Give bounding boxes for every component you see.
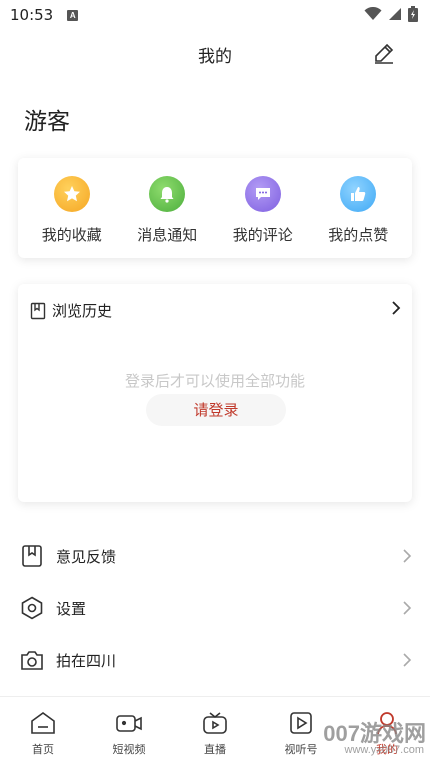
likes-button[interactable]: 我的点赞: [312, 158, 404, 245]
tab-short-video[interactable]: 短视频: [86, 697, 172, 766]
watermark-url: www.yx007.com: [344, 744, 424, 756]
username: 游客: [24, 109, 70, 135]
bookmark-icon: [20, 544, 44, 568]
play-square-icon: [287, 709, 315, 737]
chevron-right-icon: [392, 301, 401, 315]
favorites-label: 我的收藏: [41, 226, 102, 244]
bookmark-icon: [30, 302, 46, 319]
favorites-button[interactable]: 我的收藏: [26, 158, 118, 245]
login-button[interactable]: 请登录: [146, 394, 286, 426]
edit-button[interactable]: [372, 41, 396, 65]
header: 我的: [0, 34, 430, 74]
menu-label-feedback: 意见反馈: [56, 547, 117, 566]
history-card: 浏览历史 登录后才可以使用全部功能 请登录: [18, 284, 412, 502]
bell-icon: [149, 176, 186, 212]
chevron-right-icon: [403, 601, 412, 615]
tab-label-home: 首页: [32, 743, 54, 756]
tab-label-channels: 视听号: [284, 743, 318, 756]
comment-icon: [244, 176, 281, 212]
chevron-right-icon: [403, 653, 412, 667]
quick-actions-card: 我的收藏 消息通知 我的评论 我的点赞: [18, 158, 412, 258]
notifications-label: 消息通知: [137, 226, 198, 244]
tab-label-short-video: 短视频: [112, 743, 146, 756]
menu-label-settings: 设置: [56, 599, 87, 618]
thumbs-up-icon: [340, 176, 377, 212]
tab-home[interactable]: 首页: [0, 697, 86, 766]
login-hint: 登录后才可以使用全部功能: [124, 372, 305, 390]
notification-icon: A: [67, 9, 79, 21]
history-title: 浏览历史: [52, 302, 113, 320]
settings-hexagon-icon: [20, 596, 44, 620]
likes-label: 我的点赞: [328, 226, 389, 244]
menu-item-feedback[interactable]: 意见反馈: [0, 530, 430, 582]
status-time: 10:53: [10, 6, 54, 24]
menu-label-sichuan-photo: 拍在四川: [56, 651, 117, 670]
tab-live[interactable]: 直播: [172, 697, 258, 766]
menu-item-settings[interactable]: 设置: [0, 582, 430, 634]
menu-item-sichuan-photo[interactable]: 拍在四川: [0, 634, 430, 686]
status-indicators: [364, 6, 418, 22]
history-more-button[interactable]: [390, 300, 402, 320]
camera-icon: [20, 648, 44, 672]
pencil-icon: [375, 43, 394, 64]
tab-label-live: 直播: [204, 743, 226, 756]
tv-icon: [201, 709, 229, 737]
status-bar: 10:53 A: [0, 0, 430, 30]
menu-list: 意见反馈 设置 拍在四川: [0, 530, 430, 686]
page-title: 我的: [198, 47, 232, 67]
notifications-button[interactable]: 消息通知: [121, 158, 213, 245]
comments-label: 我的评论: [232, 226, 293, 244]
home-icon: [29, 709, 57, 737]
star-icon: [53, 176, 90, 212]
chevron-right-icon: [403, 549, 412, 563]
video-camera-icon: [115, 709, 143, 737]
history-header[interactable]: 浏览历史: [30, 300, 112, 321]
comments-button[interactable]: 我的评论: [217, 158, 309, 245]
signal-icon: [389, 8, 401, 20]
battery-icon: [408, 6, 418, 22]
wifi-icon: [364, 7, 382, 20]
